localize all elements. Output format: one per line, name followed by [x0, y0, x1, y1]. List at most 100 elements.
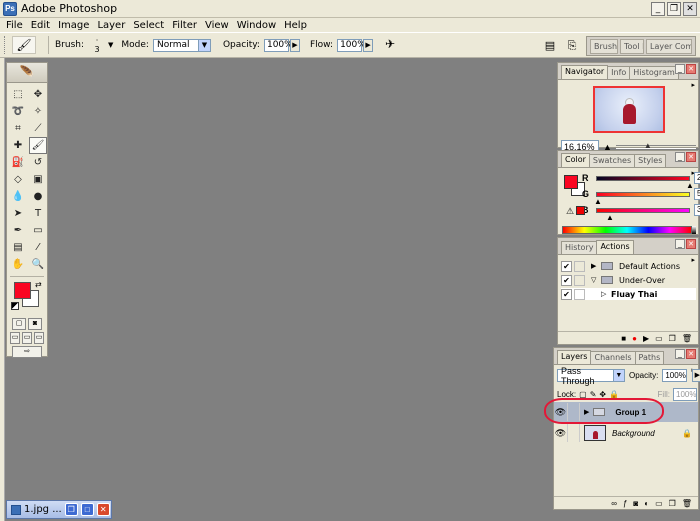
move-tool-icon[interactable]: ✥ — [29, 86, 47, 103]
menu-layer[interactable]: Layer — [97, 20, 125, 31]
minimize-icon[interactable]: _ — [675, 349, 685, 359]
feather-icon[interactable]: 🪶 — [7, 63, 47, 83]
full-screen-icon[interactable]: ▭ — [34, 332, 44, 344]
panel-menu-icon[interactable]: ▸ — [691, 256, 695, 264]
flow-input[interactable]: 100% — [337, 38, 366, 52]
trash-icon[interactable]: 🗑 — [682, 499, 692, 508]
minimize-icon[interactable]: _ — [675, 152, 685, 162]
dialog-toggle[interactable] — [574, 288, 585, 300]
tab-channels[interactable]: Channels — [590, 351, 636, 364]
gradient-tool-icon[interactable]: ▣ — [29, 171, 47, 188]
navigator-thumbnail[interactable] — [593, 86, 665, 133]
minimize-button[interactable]: _ — [651, 2, 665, 16]
blue-value-input[interactable]: 34 — [694, 204, 700, 216]
close-icon[interactable]: ✕ — [686, 152, 696, 162]
black-white-ramp[interactable] — [692, 226, 696, 234]
brush-tool-icon[interactable]: 🖌 — [29, 137, 47, 154]
marquee-tool-icon[interactable]: ⬚ — [9, 86, 27, 103]
eyedropper-tool-icon[interactable]: ⁄ — [29, 239, 47, 256]
color-ramp[interactable] — [562, 226, 692, 234]
default-colors-icon[interactable] — [11, 302, 19, 310]
mode-select[interactable]: Normal ▼ — [152, 38, 211, 52]
close-button[interactable]: ✕ — [96, 503, 110, 516]
tab-paths[interactable]: Paths — [634, 351, 665, 364]
list-item[interactable]: ✔ ▽ Under-Over — [561, 274, 665, 286]
well-tab-tool-presets[interactable]: Tool Pr — [620, 39, 644, 54]
standard-mode-icon[interactable]: ▢ — [12, 318, 26, 330]
menu-window[interactable]: Window — [237, 20, 276, 31]
tab-histogram[interactable]: Histogram — [629, 66, 679, 79]
standard-screen-icon[interactable]: ▭ — [10, 332, 20, 344]
tab-navigator[interactable]: Navigator — [561, 65, 609, 79]
menu-image[interactable]: Image — [58, 20, 89, 31]
record-icon[interactable]: ● — [632, 334, 637, 343]
eraser-tool-icon[interactable]: ◇ — [9, 171, 27, 188]
file-browser-icon[interactable]: ▤ — [542, 38, 558, 54]
close-icon[interactable]: ✕ — [686, 239, 696, 249]
foreground-color-swatch[interactable] — [14, 282, 31, 299]
shape-tool-icon[interactable]: ▭ — [29, 222, 47, 239]
tab-info[interactable]: Info — [607, 66, 631, 79]
layer-row-background[interactable]: 👁 Background 🔒 — [554, 423, 698, 443]
healing-brush-tool-icon[interactable]: ✚ — [9, 137, 27, 154]
restore-button[interactable]: ❐ — [667, 2, 681, 16]
tab-layers[interactable]: Layers — [557, 350, 592, 364]
link-toggle[interactable] — [568, 424, 580, 442]
tool-preset-picker[interactable]: 🖌 — [12, 36, 36, 54]
slider-knob-icon[interactable]: ▲ — [606, 213, 614, 222]
close-button[interactable]: ✕ — [683, 2, 697, 16]
adjustment-layer-icon[interactable]: ◐ — [644, 499, 649, 508]
menu-help[interactable]: Help — [284, 20, 307, 31]
blend-mode-select[interactable]: Pass Through ▼ — [557, 366, 625, 386]
tab-styles[interactable]: Styles — [634, 154, 667, 167]
zoom-tool-icon[interactable]: 🔍 — [29, 256, 47, 273]
minimize-icon[interactable]: _ — [675, 239, 685, 249]
minimized-document-window[interactable]: 1.jpg ... ❐ □ ✕ — [6, 500, 112, 519]
link-layers-icon[interactable]: ∞ — [611, 499, 617, 508]
minimize-icon[interactable]: _ — [675, 64, 685, 74]
out-of-gamut-warning-icon[interactable]: ⚠ — [566, 206, 574, 217]
maximize-button[interactable]: □ — [80, 503, 94, 516]
green-slider[interactable] — [596, 191, 690, 197]
flow-slider-toggle[interactable]: ▶ — [363, 38, 374, 52]
history-brush-tool-icon[interactable]: ↺ — [29, 154, 47, 171]
notes-tool-icon[interactable]: ▤ — [9, 239, 27, 256]
jump-to-imageready-icon[interactable]: ⇨ — [12, 346, 42, 358]
opacity-slider-toggle[interactable]: ▶ — [289, 38, 300, 52]
new-group-icon[interactable]: ▭ — [655, 499, 663, 508]
lasso-tool-icon[interactable]: ➰ — [9, 103, 27, 120]
expand-arrow-icon[interactable]: ▶ — [591, 262, 601, 270]
list-item[interactable]: ✔ ▶ Default Actions — [561, 260, 680, 272]
well-tab-layer-comps[interactable]: Layer Comps — [646, 39, 692, 54]
opacity-input[interactable]: 100% — [263, 38, 293, 52]
close-icon[interactable]: ✕ — [686, 349, 696, 359]
options-bar-grip[interactable] — [4, 36, 7, 54]
checkmark-icon[interactable]: ✔ — [561, 260, 572, 272]
menu-filter[interactable]: Filter — [172, 20, 197, 31]
restore-button[interactable]: ❐ — [64, 503, 78, 516]
brush-preset-picker[interactable]: · 3 — [88, 36, 106, 54]
checkmark-icon[interactable]: ✔ — [561, 274, 572, 286]
crop-tool-icon[interactable]: ⌗ — [9, 120, 27, 137]
slice-tool-icon[interactable]: ⟋ — [29, 120, 47, 137]
tab-history[interactable]: History — [561, 241, 598, 254]
new-action-icon[interactable]: ❐ — [669, 334, 676, 343]
path-selection-tool-icon[interactable]: ➤ — [9, 205, 27, 222]
well-tab-brushes[interactable]: Brushes — [590, 39, 618, 54]
new-set-icon[interactable]: ▭ — [655, 334, 663, 343]
airbrush-icon[interactable]: ✈ — [381, 37, 399, 53]
green-value-input[interactable]: 5 — [694, 188, 700, 200]
red-slider[interactable] — [596, 175, 690, 181]
clone-stamp-tool-icon[interactable]: ⛽ — [9, 154, 27, 171]
menu-view[interactable]: View — [205, 20, 229, 31]
layer-style-icon[interactable]: ƒ — [623, 499, 627, 508]
dodge-tool-icon[interactable]: ● — [29, 188, 47, 205]
red-value-input[interactable]: 250 — [694, 172, 700, 184]
blur-tool-icon[interactable]: 💧 — [9, 188, 27, 205]
panel-menu-icon[interactable]: ▸ — [691, 81, 695, 89]
photoshop-app-icon[interactable]: Ps — [3, 1, 17, 16]
menu-file[interactable]: File — [6, 20, 23, 31]
fill-input[interactable]: 100% — [673, 388, 697, 401]
tab-swatches[interactable]: Swatches — [588, 154, 636, 167]
opacity-slider-toggle[interactable]: ▶ — [692, 369, 700, 382]
